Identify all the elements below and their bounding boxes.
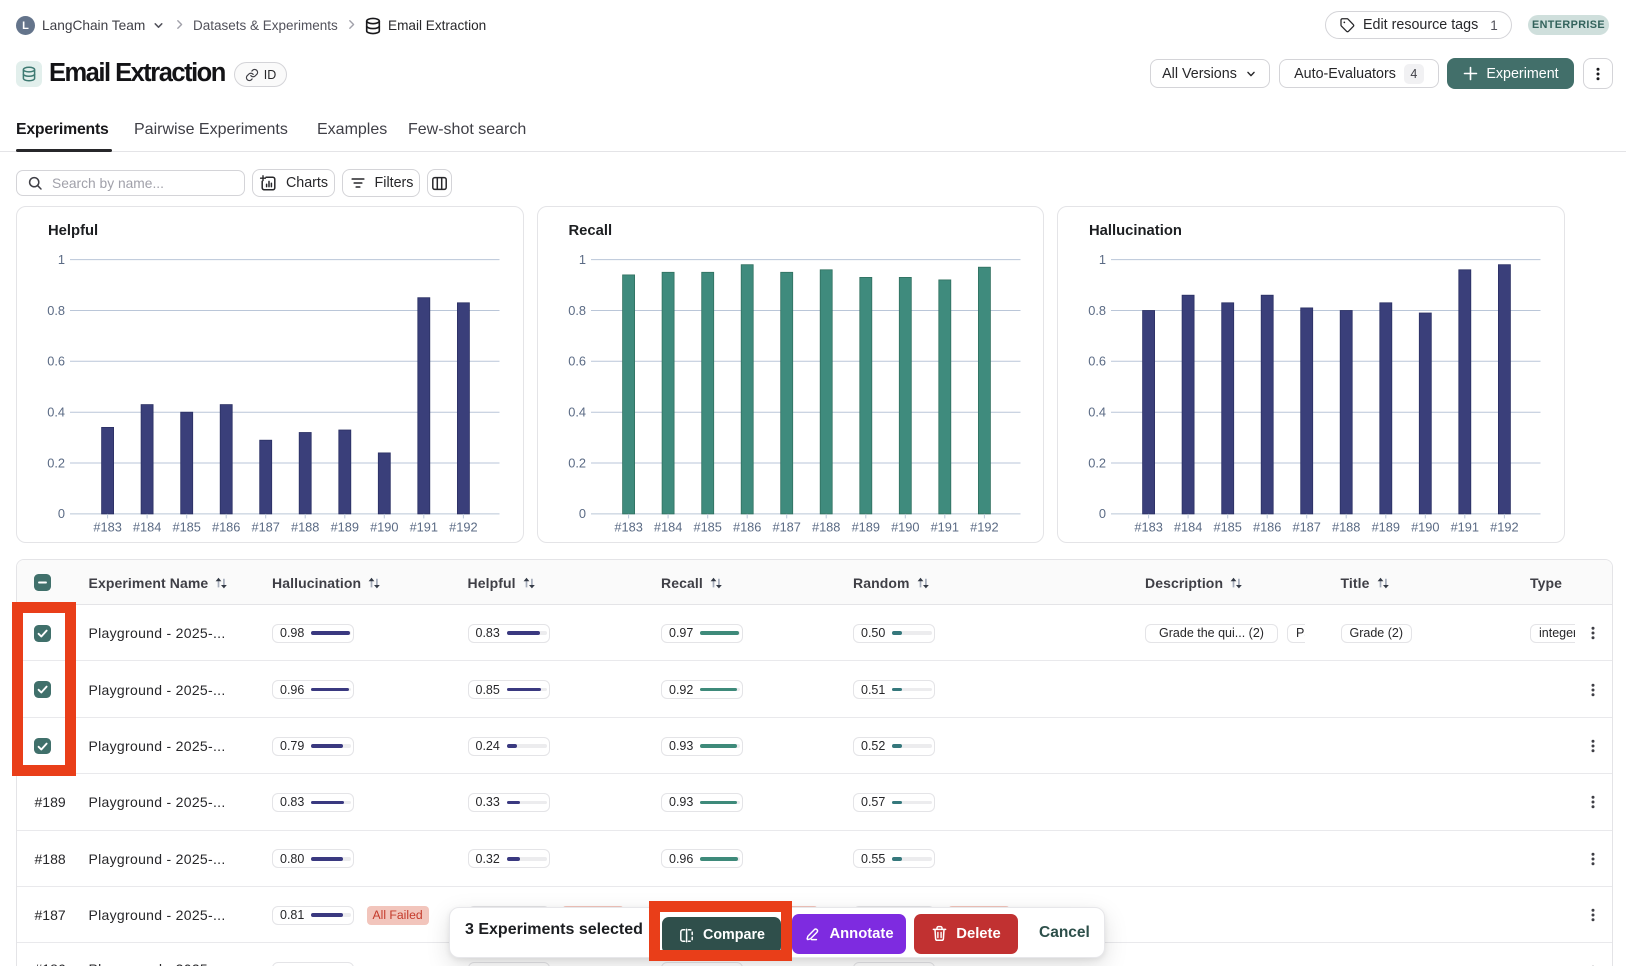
svg-text:#188: #188 [1332, 519, 1360, 534]
svg-text:#185: #185 [693, 519, 721, 534]
svg-text:#192: #192 [449, 519, 477, 534]
svg-text:0.8: 0.8 [1088, 302, 1106, 317]
svg-text:0.4: 0.4 [1088, 404, 1106, 419]
svg-text:#188: #188 [811, 519, 839, 534]
svg-text:#187: #187 [251, 519, 279, 534]
svg-text:0.8: 0.8 [47, 302, 65, 317]
svg-text:#190: #190 [1411, 519, 1439, 534]
svg-text:#185: #185 [172, 519, 200, 534]
svg-text:#188: #188 [291, 519, 319, 534]
svg-text:#185: #185 [1213, 519, 1241, 534]
svg-text:#191: #191 [410, 519, 438, 534]
svg-text:0.6: 0.6 [47, 353, 65, 368]
svg-text:1: 1 [58, 251, 65, 266]
svg-text:#183: #183 [614, 519, 642, 534]
svg-text:#184: #184 [133, 519, 161, 534]
svg-text:0: 0 [578, 506, 585, 521]
svg-text:0: 0 [58, 506, 65, 521]
svg-text:0.4: 0.4 [47, 404, 65, 419]
svg-text:#191: #191 [930, 519, 958, 534]
svg-text:0.2: 0.2 [1088, 455, 1106, 470]
svg-text:0.4: 0.4 [568, 404, 586, 419]
svg-text:#190: #190 [370, 519, 398, 534]
svg-text:#189: #189 [851, 519, 879, 534]
svg-text:#187: #187 [772, 519, 800, 534]
svg-text:#186: #186 [212, 519, 240, 534]
svg-text:1: 1 [1099, 251, 1106, 266]
svg-text:#186: #186 [732, 519, 760, 534]
svg-text:#184: #184 [1174, 519, 1202, 534]
svg-text:#190: #190 [891, 519, 919, 534]
svg-text:0.6: 0.6 [1088, 353, 1106, 368]
svg-text:0: 0 [1099, 506, 1106, 521]
svg-text:#187: #187 [1292, 519, 1320, 534]
svg-text:#191: #191 [1451, 519, 1479, 534]
svg-text:#192: #192 [1490, 519, 1518, 534]
svg-text:#186: #186 [1253, 519, 1281, 534]
svg-text:0.2: 0.2 [47, 455, 65, 470]
svg-text:0.6: 0.6 [568, 353, 586, 368]
svg-text:#183: #183 [93, 519, 121, 534]
svg-text:#189: #189 [1372, 519, 1400, 534]
svg-text:0.8: 0.8 [568, 302, 586, 317]
svg-text:#189: #189 [331, 519, 359, 534]
svg-text:#192: #192 [970, 519, 998, 534]
svg-text:0.2: 0.2 [568, 455, 586, 470]
svg-text:#183: #183 [1134, 519, 1162, 534]
svg-text:1: 1 [578, 251, 585, 266]
svg-text:#184: #184 [653, 519, 681, 534]
